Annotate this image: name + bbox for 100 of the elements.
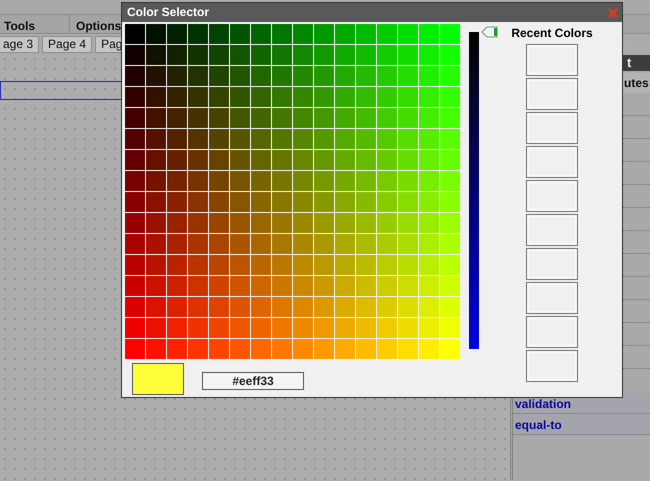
color-swatch[interactable] — [230, 45, 250, 65]
color-swatch[interactable] — [419, 108, 439, 128]
page-tab[interactable]: age 3 — [0, 36, 40, 53]
color-swatch[interactable] — [209, 129, 229, 149]
color-swatch[interactable] — [356, 234, 376, 254]
color-swatch[interactable] — [335, 255, 355, 275]
color-swatch[interactable] — [398, 213, 418, 233]
color-swatch[interactable] — [251, 318, 271, 338]
color-swatch[interactable] — [251, 213, 271, 233]
color-swatch[interactable] — [209, 213, 229, 233]
color-swatch[interactable] — [230, 87, 250, 107]
color-swatch[interactable] — [440, 150, 460, 170]
color-swatch[interactable] — [188, 171, 208, 191]
color-swatch[interactable] — [419, 192, 439, 212]
color-swatch[interactable] — [377, 24, 397, 44]
color-swatch[interactable] — [230, 129, 250, 149]
color-swatch[interactable] — [188, 276, 208, 296]
color-swatch[interactable] — [167, 108, 187, 128]
color-swatch[interactable] — [419, 318, 439, 338]
color-swatch[interactable] — [230, 66, 250, 86]
color-swatch[interactable] — [335, 318, 355, 338]
color-swatch[interactable] — [230, 192, 250, 212]
color-swatch[interactable] — [335, 24, 355, 44]
color-swatch[interactable] — [125, 192, 145, 212]
color-swatch[interactable] — [272, 171, 292, 191]
color-swatch[interactable] — [146, 213, 166, 233]
color-swatch[interactable] — [314, 234, 334, 254]
color-swatch[interactable] — [398, 129, 418, 149]
color-swatch[interactable] — [209, 297, 229, 317]
recent-color-slot[interactable] — [526, 214, 578, 246]
color-swatch[interactable] — [188, 45, 208, 65]
color-swatch[interactable] — [146, 66, 166, 86]
color-swatch[interactable] — [314, 255, 334, 275]
color-swatch[interactable] — [167, 87, 187, 107]
color-swatch[interactable] — [398, 318, 418, 338]
color-swatch[interactable] — [125, 24, 145, 44]
recent-color-slot[interactable] — [526, 180, 578, 212]
color-swatch[interactable] — [335, 66, 355, 86]
color-swatch[interactable] — [377, 255, 397, 275]
recent-color-slot[interactable] — [526, 44, 578, 76]
color-swatch[interactable] — [356, 213, 376, 233]
recent-color-slot[interactable] — [526, 112, 578, 144]
color-swatch[interactable] — [188, 108, 208, 128]
color-swatch[interactable] — [419, 45, 439, 65]
color-swatch[interactable] — [440, 87, 460, 107]
color-swatch[interactable] — [230, 24, 250, 44]
color-swatch[interactable] — [356, 192, 376, 212]
color-swatch[interactable] — [125, 255, 145, 275]
color-swatch[interactable] — [419, 24, 439, 44]
panel-item[interactable]: equal-to — [513, 414, 650, 435]
color-swatch[interactable] — [272, 255, 292, 275]
color-swatch[interactable] — [293, 192, 313, 212]
color-swatch[interactable] — [293, 339, 313, 359]
recent-color-slot[interactable] — [526, 248, 578, 280]
color-swatch[interactable] — [146, 108, 166, 128]
color-swatch[interactable] — [293, 276, 313, 296]
color-swatch[interactable] — [167, 213, 187, 233]
color-swatch[interactable] — [314, 192, 334, 212]
color-swatch[interactable] — [440, 234, 460, 254]
color-swatch[interactable] — [335, 339, 355, 359]
color-swatch[interactable] — [377, 234, 397, 254]
color-swatch[interactable] — [188, 66, 208, 86]
color-swatch[interactable] — [293, 150, 313, 170]
color-swatch[interactable] — [335, 87, 355, 107]
color-swatch[interactable] — [146, 297, 166, 317]
color-swatch[interactable] — [335, 234, 355, 254]
color-swatch[interactable] — [272, 87, 292, 107]
color-swatch[interactable] — [188, 339, 208, 359]
color-swatch[interactable] — [188, 255, 208, 275]
color-swatch[interactable] — [398, 45, 418, 65]
color-swatch[interactable] — [293, 45, 313, 65]
color-swatch[interactable] — [398, 87, 418, 107]
color-swatch[interactable] — [125, 45, 145, 65]
color-swatch[interactable] — [167, 150, 187, 170]
color-swatch[interactable] — [209, 87, 229, 107]
color-swatch[interactable] — [377, 45, 397, 65]
color-swatch[interactable] — [272, 45, 292, 65]
color-swatch[interactable] — [419, 171, 439, 191]
color-swatch[interactable] — [314, 87, 334, 107]
color-swatch[interactable] — [125, 171, 145, 191]
color-swatch[interactable] — [272, 297, 292, 317]
color-swatch[interactable] — [188, 24, 208, 44]
color-swatch[interactable] — [146, 45, 166, 65]
color-swatch[interactable] — [314, 45, 334, 65]
color-swatch[interactable] — [188, 192, 208, 212]
color-swatch[interactable] — [209, 66, 229, 86]
color-swatch[interactable] — [356, 45, 376, 65]
color-swatch[interactable] — [398, 339, 418, 359]
color-swatch[interactable] — [377, 213, 397, 233]
color-swatch[interactable] — [272, 213, 292, 233]
color-swatch[interactable] — [293, 66, 313, 86]
color-swatch[interactable] — [377, 276, 397, 296]
color-swatch[interactable] — [167, 339, 187, 359]
recent-color-slot[interactable] — [526, 316, 578, 348]
color-swatch[interactable] — [209, 255, 229, 275]
color-swatch[interactable] — [440, 192, 460, 212]
color-swatch[interactable] — [419, 87, 439, 107]
color-swatch[interactable] — [251, 339, 271, 359]
color-swatch[interactable] — [251, 129, 271, 149]
color-swatch[interactable] — [398, 150, 418, 170]
